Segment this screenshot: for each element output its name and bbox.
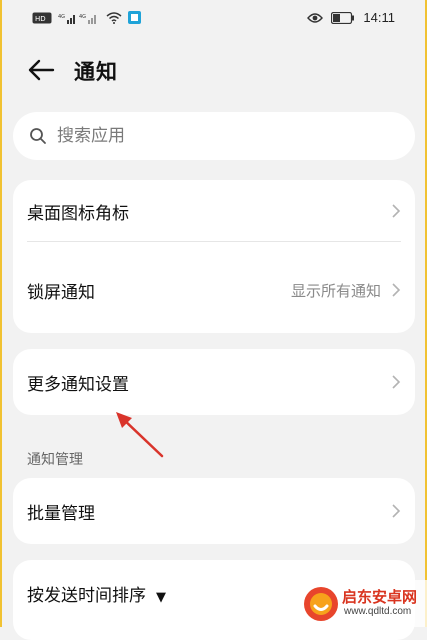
row-lock-screen-notification[interactable]: 锁屏通知 显示所有通知 — [13, 242, 415, 333]
chevron-right-icon — [392, 204, 401, 218]
back-arrow-icon[interactable] — [27, 58, 55, 82]
page-header: 通知 — [2, 48, 425, 92]
row-label: 桌面图标角标 — [27, 203, 129, 224]
row-label: 批量管理 — [27, 503, 95, 524]
svg-text:HD: HD — [35, 15, 46, 23]
watermark: 启东安卓网 www.qdltd.com — [302, 580, 427, 627]
hd-icon: HD — [32, 12, 52, 23]
wifi-icon — [106, 11, 122, 24]
row-value: 显示所有通知 — [290, 282, 381, 300]
batch-management-card: 批量管理 — [13, 478, 415, 544]
row-label: 锁屏通知 — [27, 283, 95, 303]
watermark-text: 启东安卓网 — [342, 588, 418, 606]
chevron-right-icon — [392, 375, 401, 389]
annotation-arrow-icon — [116, 412, 164, 458]
battery-icon — [331, 11, 355, 24]
watermark-logo-icon — [304, 587, 338, 621]
sort-label-text: 按发送时间排序 — [27, 585, 146, 606]
eye-icon — [307, 12, 324, 23]
row-more-notification-settings[interactable]: 更多通知设置 — [13, 349, 415, 415]
row-batch-management[interactable]: 批量管理 — [13, 478, 415, 544]
svg-text:4G: 4G — [79, 14, 86, 20]
svg-text:4G: 4G — [58, 14, 65, 20]
watermark-url: www.qdltd.com — [344, 606, 412, 617]
status-bar: HD 4G 4G 14:11 — [2, 0, 425, 38]
chevron-right-icon — [392, 283, 401, 297]
dropdown-arrow-icon: ▼ — [156, 589, 166, 605]
status-left: HD 4G 4G — [32, 11, 141, 24]
app-notification-icon — [128, 11, 141, 24]
signal-icon: 4G 4G — [58, 14, 96, 24]
section-header-notification-management: 通知管理 — [27, 452, 83, 468]
row-label: 更多通知设置 — [27, 374, 129, 395]
search-input[interactable] — [55, 125, 379, 147]
sort-label: 按发送时间排序 ▼ — [27, 581, 166, 606]
notification-settings-card: 桌面图标角标 锁屏通知 显示所有通知 — [13, 180, 415, 333]
more-settings-card: 更多通知设置 — [13, 349, 415, 415]
search-bar[interactable] — [13, 112, 415, 160]
status-time: 14:11 — [363, 10, 395, 25]
status-right: 14:11 — [307, 10, 395, 25]
search-icon — [30, 128, 46, 144]
chevron-right-icon — [392, 504, 401, 518]
page-title: 通知 — [74, 60, 118, 84]
row-desktop-icon-badge[interactable]: 桌面图标角标 — [13, 180, 415, 242]
